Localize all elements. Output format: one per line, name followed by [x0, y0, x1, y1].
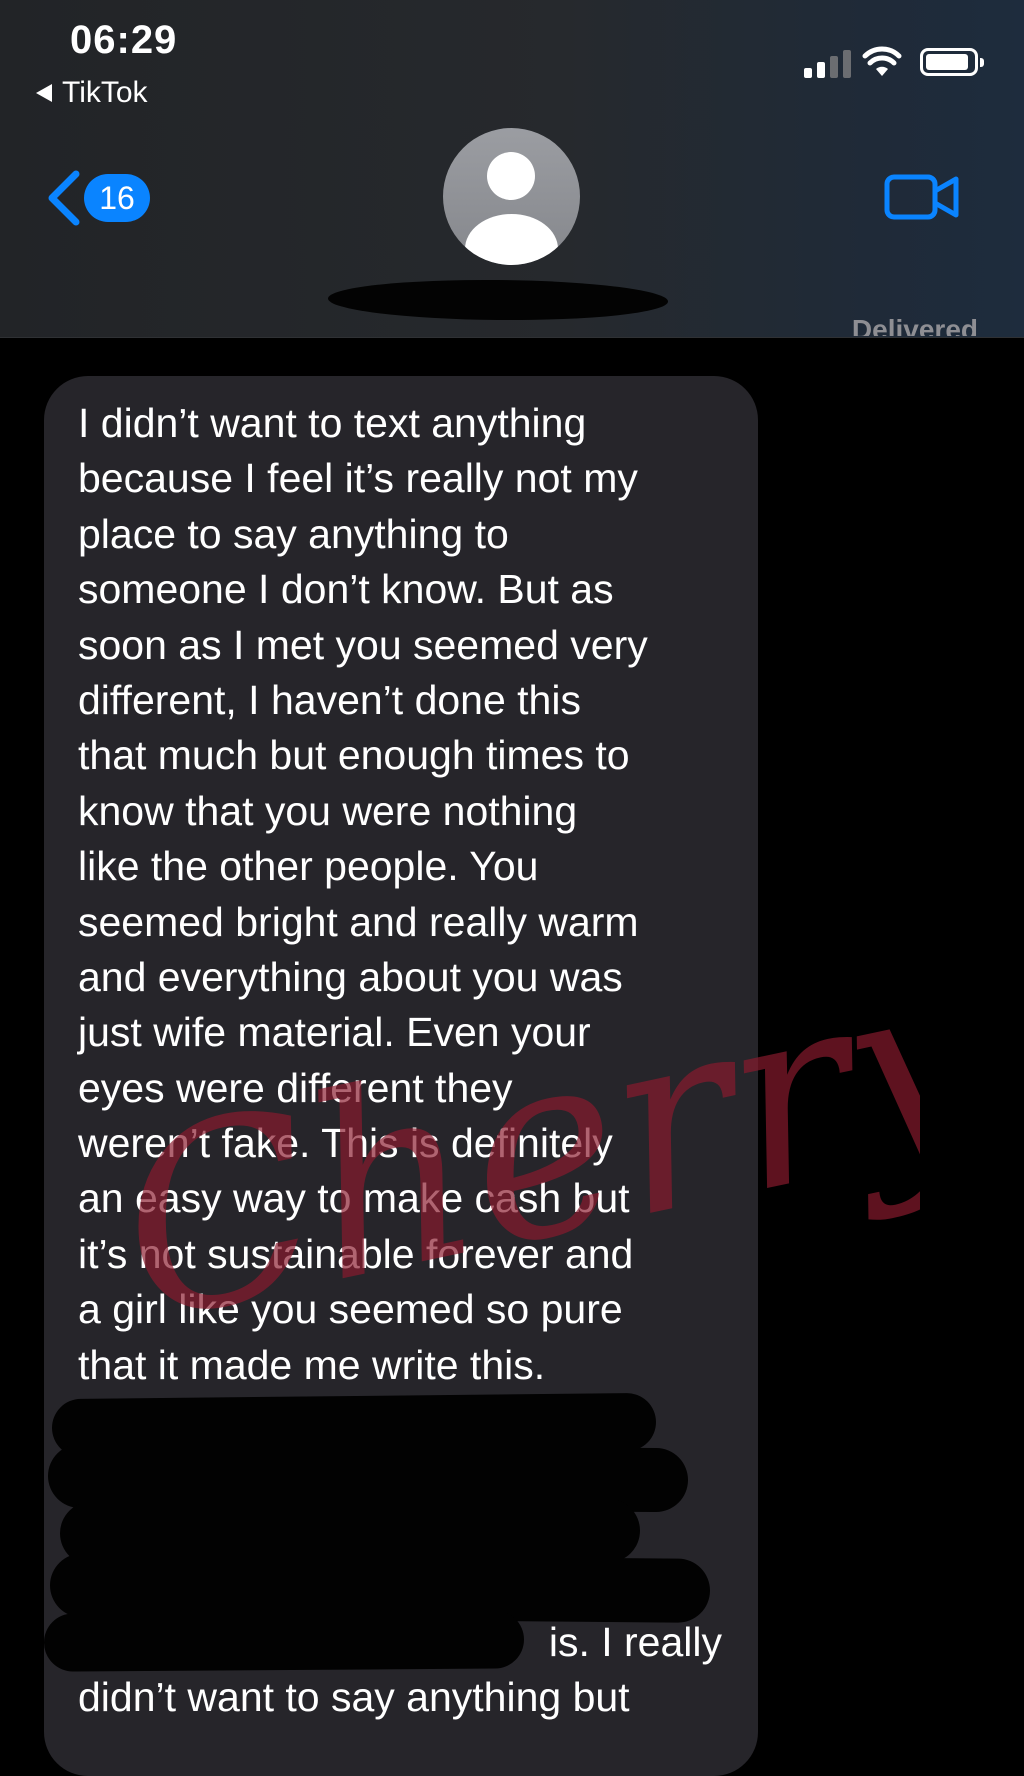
back-app-label: TikTok: [62, 76, 148, 109]
message-line: an easy way to make cash but: [78, 1175, 630, 1222]
message-line: weren’t fake. This is definitely: [78, 1120, 613, 1167]
message-line: and everything about you was: [78, 953, 623, 1000]
message-line: didn’t want to say anything but: [78, 1673, 630, 1720]
message-line: I didn’t want to text anything: [78, 400, 587, 446]
person-placeholder-icon: [487, 152, 535, 200]
message-line: soon as I met you seemed very: [78, 621, 648, 668]
message-line: eyes were different they: [78, 1064, 513, 1111]
battery-icon: [920, 48, 984, 76]
message-line: that it made me write this.: [78, 1341, 546, 1388]
message-line: like the other people. You: [78, 843, 539, 890]
message-line: just wife material. Even your: [78, 1009, 591, 1056]
delivered-status: Delivered: [851, 314, 978, 336]
contact-avatar[interactable]: [443, 128, 580, 265]
message-line: different, I haven’t done this: [78, 676, 581, 723]
cellular-signal-icon: [804, 48, 851, 78]
back-chevron-icon[interactable]: [42, 168, 86, 228]
back-to-app-link[interactable]: TikTok: [36, 76, 148, 110]
message-line: place to say anything to: [78, 510, 509, 557]
unread-count-badge[interactable]: 16: [84, 174, 150, 222]
message-line: a girl like you seemed so pure: [78, 1286, 623, 1333]
contact-name-redaction: [327, 278, 669, 322]
redaction-scribble: [43, 1610, 525, 1672]
conversation-header: 06:29 TikTok 16: [0, 0, 1024, 338]
facetime-video-icon[interactable]: [884, 172, 960, 222]
wifi-icon: [862, 46, 902, 76]
back-triangle-icon: [36, 84, 52, 102]
message-line: someone I don’t know. But as: [78, 566, 614, 613]
message-line: it’s not sustainable forever and: [78, 1230, 634, 1277]
status-time: 06:29: [70, 18, 178, 62]
message-line: seemed bright and really warm: [78, 898, 639, 945]
message-line: because I feel it’s really not my: [78, 455, 638, 502]
partial-line-tail: is. I really: [548, 1618, 722, 1665]
message-line: know that you were nothing: [78, 787, 578, 834]
message-line: that much but enough times to: [78, 732, 630, 779]
